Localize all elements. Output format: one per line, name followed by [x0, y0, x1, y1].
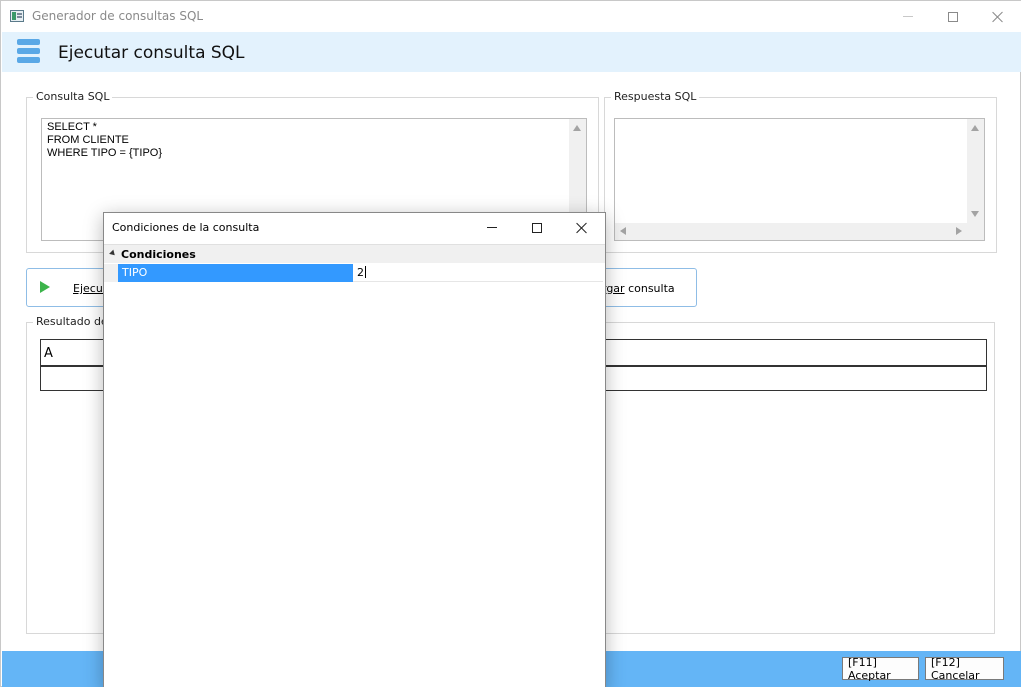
- sql-response-label: Respuesta SQL: [611, 90, 700, 103]
- close-button[interactable]: [975, 1, 1021, 32]
- maximize-icon: [532, 222, 542, 233]
- page-title: Ejecutar consulta SQL: [58, 43, 245, 63]
- close-icon: [576, 222, 588, 234]
- property-value-input[interactable]: 2: [357, 266, 366, 279]
- dialog-title-bar: Condiciones de la consulta: [104, 213, 605, 242]
- property-gutter: [104, 264, 118, 282]
- page-header: Ejecutar consulta SQL: [2, 32, 1021, 72]
- response-vertical-scrollbar[interactable]: [967, 119, 984, 223]
- dialog-title: Condiciones de la consulta: [112, 221, 260, 234]
- scroll-right-icon[interactable]: [956, 227, 962, 235]
- play-icon[interactable]: [40, 281, 50, 293]
- property-value-text: 2: [357, 266, 364, 279]
- column-header[interactable]: A: [44, 346, 53, 361]
- load-query-suffix: consulta: [624, 282, 675, 295]
- scroll-up-icon[interactable]: [573, 125, 581, 131]
- load-query-button[interactable]: rgar consulta: [602, 282, 675, 295]
- cancel-button[interactable]: [F12] Cancelar: [925, 656, 1004, 682]
- minimize-icon: [903, 16, 913, 17]
- maximize-button[interactable]: [930, 1, 976, 32]
- text-caret: [365, 266, 366, 278]
- dialog-minimize-button[interactable]: [469, 213, 515, 242]
- database-icon[interactable]: [17, 39, 40, 65]
- scroll-left-icon[interactable]: [620, 227, 626, 235]
- conditions-dialog: Condiciones de la consulta Condiciones T…: [103, 212, 606, 687]
- property-category-label: Condiciones: [121, 248, 196, 261]
- scrollbar-corner: [967, 223, 984, 240]
- dialog-close-button[interactable]: [559, 213, 605, 242]
- sql-response-group: Respuesta SQL: [604, 90, 997, 253]
- execute-button[interactable]: Ejecut: [73, 282, 107, 295]
- close-icon: [992, 11, 1004, 23]
- property-name[interactable]: TIPO: [118, 264, 353, 282]
- minimize-icon: [487, 227, 497, 228]
- result-label: Resultado de: [33, 315, 111, 328]
- scroll-down-icon[interactable]: [971, 211, 979, 217]
- property-category[interactable]: Condiciones: [104, 244, 605, 263]
- sql-query-text: SELECT * FROM CLIENTE WHERE TIPO = {TIPO…: [47, 121, 163, 159]
- property-row[interactable]: TIPO 2: [118, 264, 603, 282]
- window-title: Generador de consultas SQL: [32, 9, 204, 23]
- title-bar: Generador de consultas SQL: [1, 1, 1021, 32]
- collapse-icon[interactable]: [109, 249, 117, 258]
- scroll-up-icon[interactable]: [971, 125, 979, 131]
- response-horizontal-scrollbar[interactable]: [615, 223, 967, 240]
- accept-button[interactable]: [F11] Aceptar: [842, 656, 919, 682]
- minimize-button[interactable]: [885, 1, 931, 32]
- sql-query-label: Consulta SQL: [33, 90, 113, 103]
- maximize-icon: [948, 11, 958, 22]
- sql-response-textarea[interactable]: [614, 118, 985, 241]
- dialog-maximize-button[interactable]: [514, 213, 560, 242]
- app-icon: [10, 10, 24, 22]
